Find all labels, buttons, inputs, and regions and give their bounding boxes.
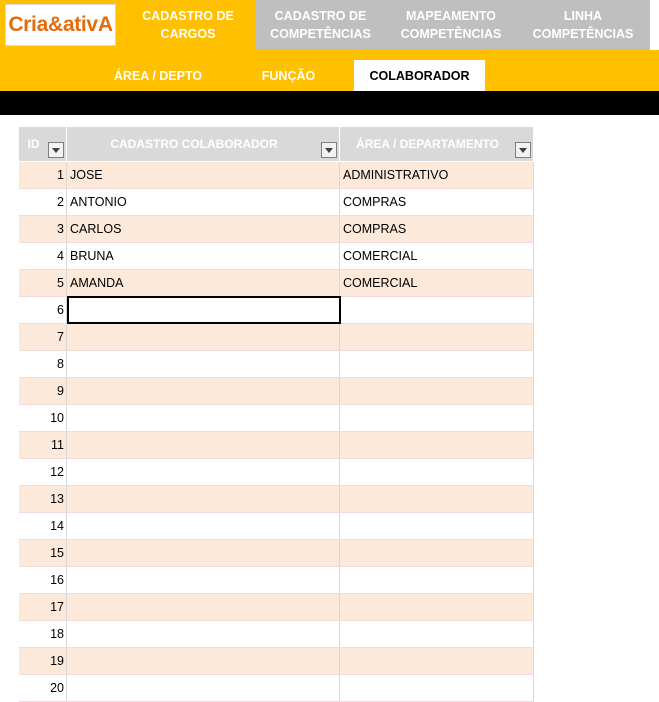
subtab-area-depto[interactable]: ÁREA / DEPTO — [100, 60, 216, 91]
sub-navigation: ÁREA / DEPTO FUNÇÃO COLABORADOR — [0, 50, 659, 91]
cell-area[interactable] — [340, 405, 534, 431]
cell-id: 12 — [19, 459, 67, 485]
cell-id: 20 — [19, 675, 67, 701]
cell-colaborador[interactable] — [67, 459, 340, 485]
cell-colaborador[interactable]: BRUNA — [67, 243, 340, 269]
cell-id: 8 — [19, 351, 67, 377]
cell-id: 15 — [19, 540, 67, 566]
header-id-label: ID — [27, 137, 40, 151]
cell-colaborador[interactable] — [67, 432, 340, 458]
tab-cadastro-cargos[interactable]: CADASTRO DE CARGOS — [121, 0, 255, 50]
table-row: 3 CARLOS COMPRAS — [19, 216, 534, 243]
cell-colaborador[interactable] — [67, 324, 340, 350]
top-navigation: Cria&ativA CADASTRO DE CARGOS CADASTRO D… — [0, 0, 659, 50]
cell-area[interactable] — [340, 540, 534, 566]
cell-colaborador[interactable] — [67, 648, 340, 674]
header-area: ÁREA / DEPARTAMENTO — [340, 127, 534, 161]
cell-colaborador[interactable]: ANTONIO — [67, 189, 340, 215]
filter-dropdown-icon[interactable] — [515, 142, 531, 158]
cell-id: 1 — [19, 162, 67, 188]
cell-colaborador[interactable] — [67, 351, 340, 377]
table-row: 7 — [19, 324, 534, 351]
cell-colaborador[interactable] — [67, 540, 340, 566]
logo: Cria&ativA — [0, 0, 121, 50]
cell-area[interactable] — [340, 351, 534, 377]
cell-area[interactable]: COMERCIAL — [340, 243, 534, 269]
table-row: 14 — [19, 513, 534, 540]
cell-colaborador[interactable]: JOSE — [67, 162, 340, 188]
cell-id: 10 — [19, 405, 67, 431]
cell-id: 7 — [19, 324, 67, 350]
cell-id: 13 — [19, 486, 67, 512]
tab-mapeamento-competencias[interactable]: MAPEAMENTO COMPETÊNCIAS — [386, 0, 516, 50]
table-row: 16 — [19, 567, 534, 594]
filter-dropdown-icon[interactable] — [48, 142, 64, 158]
table-row: 12 — [19, 459, 534, 486]
cell-colaborador[interactable]: CARLOS — [67, 216, 340, 242]
table-row: 18 — [19, 621, 534, 648]
cell-area[interactable] — [340, 567, 534, 593]
cell-colaborador[interactable] — [67, 594, 340, 620]
table-row: 13 — [19, 486, 534, 513]
cell-id: 16 — [19, 567, 67, 593]
cell-area[interactable] — [340, 648, 534, 674]
cell-area[interactable] — [340, 675, 534, 701]
table-row: 8 — [19, 351, 534, 378]
cell-area[interactable] — [340, 324, 534, 350]
cell-colaborador[interactable] — [67, 675, 340, 701]
table-row: 4 BRUNA COMERCIAL — [19, 243, 534, 270]
selected-cell[interactable] — [67, 296, 341, 324]
cell-area[interactable]: COMPRAS — [340, 189, 534, 215]
cell-colaborador[interactable] — [67, 513, 340, 539]
cell-id: 14 — [19, 513, 67, 539]
cell-id: 4 — [19, 243, 67, 269]
cell-colaborador[interactable] — [67, 405, 340, 431]
cell-area[interactable] — [340, 621, 534, 647]
cell-area[interactable]: ADMINISTRATIVO — [340, 162, 534, 188]
header-id: ID — [19, 127, 67, 161]
cell-colaborador[interactable] — [67, 621, 340, 647]
cell-area[interactable] — [340, 486, 534, 512]
cell-id: 11 — [19, 432, 67, 458]
cell-colaborador[interactable] — [67, 486, 340, 512]
divider-bar — [0, 91, 659, 115]
table-row: 17 — [19, 594, 534, 621]
table-row: 15 — [19, 540, 534, 567]
table-row: 5 AMANDA COMERCIAL — [19, 270, 534, 297]
cell-colaborador[interactable] — [67, 378, 340, 404]
cell-area[interactable] — [340, 432, 534, 458]
cell-id: 18 — [19, 621, 67, 647]
cell-area[interactable] — [340, 459, 534, 485]
header-colaborador-label: CADASTRO COLABORADOR — [110, 137, 278, 151]
cell-id: 3 — [19, 216, 67, 242]
cell-id: 5 — [19, 270, 67, 296]
cell-area[interactable] — [340, 594, 534, 620]
tab-cadastro-competencias[interactable]: CADASTRO DE COMPETÊNCIAS — [255, 0, 386, 50]
cell-area[interactable] — [340, 297, 534, 323]
cell-id: 9 — [19, 378, 67, 404]
cell-id: 6 — [19, 297, 67, 323]
tab-linha-competencias[interactable]: LINHA COMPETÊNCIAS — [516, 0, 650, 50]
cell-id: 17 — [19, 594, 67, 620]
table-row: 2 ANTONIO COMPRAS — [19, 189, 534, 216]
cell-area[interactable] — [340, 378, 534, 404]
logo-text: Cria&ativA — [5, 4, 116, 46]
filter-dropdown-icon[interactable] — [321, 142, 337, 158]
header-area-label: ÁREA / DEPARTAMENTO — [356, 137, 499, 151]
subtab-funcao[interactable]: FUNÇÃO — [232, 60, 345, 91]
cell-colaborador[interactable]: AMANDA — [67, 270, 340, 296]
table-row: 1 JOSE ADMINISTRATIVO — [19, 162, 534, 189]
cell-colaborador[interactable] — [67, 567, 340, 593]
cell-area[interactable]: COMERCIAL — [340, 270, 534, 296]
cell-id: 19 — [19, 648, 67, 674]
cell-id: 2 — [19, 189, 67, 215]
cell-area[interactable]: COMPRAS — [340, 216, 534, 242]
cell-area[interactable] — [340, 513, 534, 539]
header-colaborador: CADASTRO COLABORADOR — [67, 127, 340, 161]
table-row: 19 — [19, 648, 534, 675]
table-row: 11 — [19, 432, 534, 459]
table-row: 9 — [19, 378, 534, 405]
table-row: 10 — [19, 405, 534, 432]
subtab-colaborador[interactable]: COLABORADOR — [354, 60, 485, 91]
